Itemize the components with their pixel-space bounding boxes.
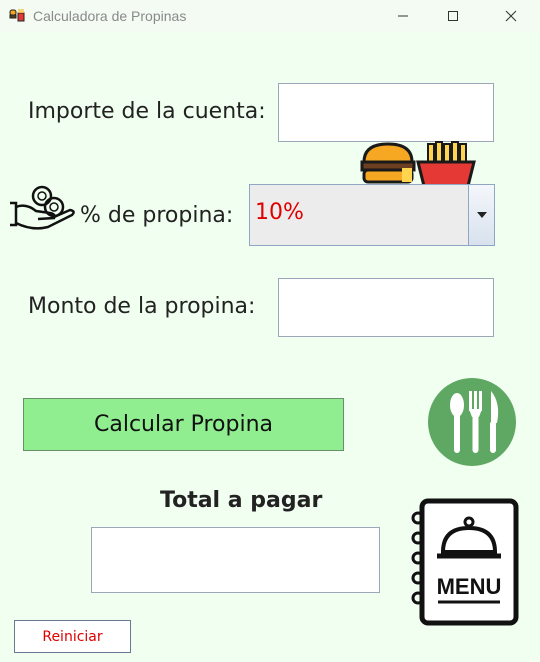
close-button[interactable] [488,0,534,32]
minimize-icon [398,15,408,17]
dropdown-button[interactable] [468,185,494,245]
title-bar: Calculadora de Propinas [0,0,540,32]
minimize-button[interactable] [380,0,426,32]
close-icon [505,10,517,22]
menu-text: MENU [437,574,502,599]
maximize-button[interactable] [430,0,476,32]
window-title: Calculadora de Propinas [33,8,187,24]
bill-amount-label: Importe de la cuenta: [28,99,266,124]
cutlery-icon [428,378,516,466]
bill-amount-input[interactable] [278,83,494,142]
tip-amount-label: Monto de la propina: [28,294,256,319]
menu-book-icon: MENU [411,498,519,626]
tip-amount-field[interactable] [278,278,494,337]
calculate-tip-button[interactable]: Calcular Propina [23,398,344,451]
total-to-pay-label: Total a pagar [160,488,323,513]
reset-button[interactable]: Reiniciar [14,620,131,653]
hand-coins-icon [10,185,75,230]
burger-fries-icon [360,141,476,186]
tip-percent-label: % de propina: [80,203,234,228]
tip-percent-value: 10% [255,200,304,225]
tip-percent-select[interactable]: 10% [249,184,495,246]
maximize-icon [448,11,458,21]
chevron-down-icon [476,212,487,218]
food-icon [9,9,25,22]
total-to-pay-field[interactable] [91,527,380,593]
